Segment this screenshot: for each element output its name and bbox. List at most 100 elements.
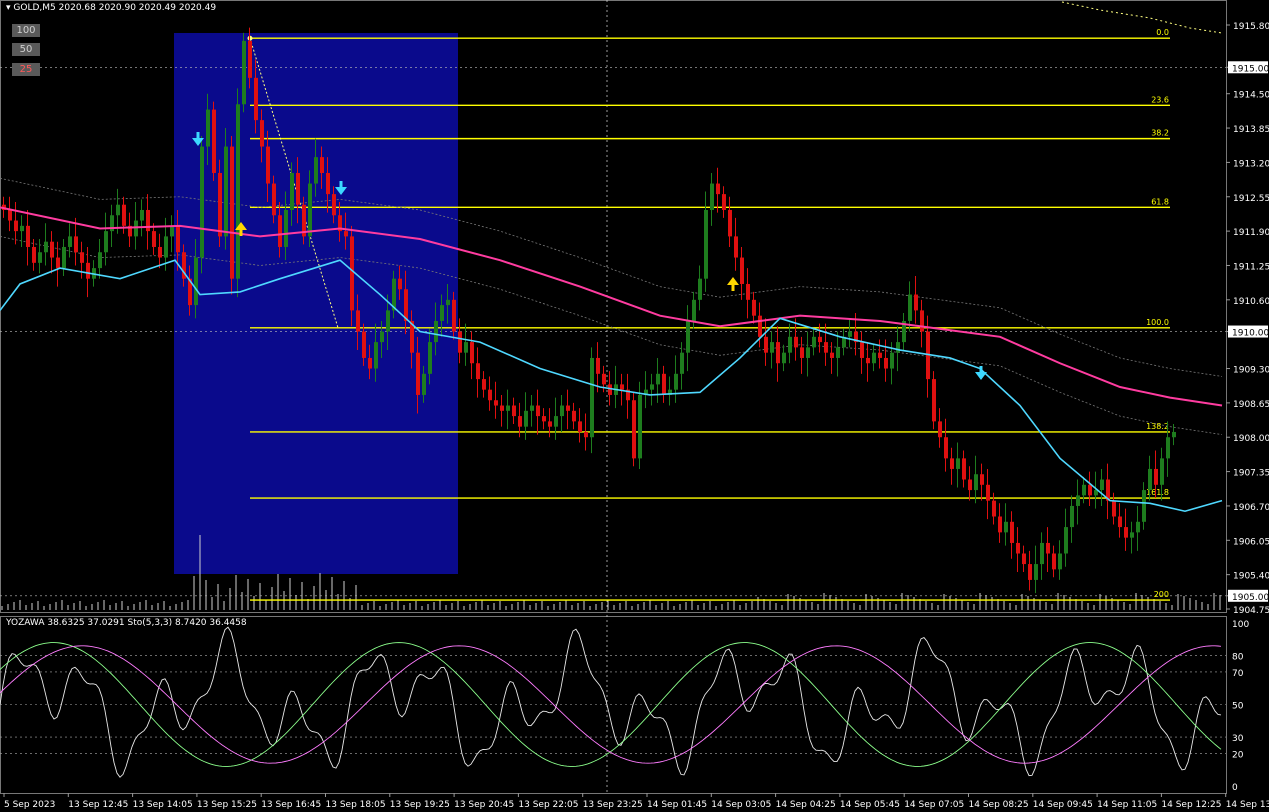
zoom-100-button[interactable]: 100: [12, 24, 40, 37]
price-bar: [548, 421, 552, 427]
price-bar: [542, 416, 546, 422]
price-bar: [50, 241, 54, 258]
price-bar: [1004, 521, 1008, 533]
price-axis-label: 1914.50: [1233, 91, 1269, 101]
price-bar: [224, 146, 228, 237]
price-bar: [236, 104, 240, 279]
price-bar: [680, 352, 684, 374]
price-bar: [752, 299, 756, 316]
price-bar: [824, 342, 828, 353]
time-axis-label: 14 Sep 04:25: [776, 800, 836, 810]
price-bar: [782, 352, 786, 364]
price-bar: [500, 405, 504, 411]
price-bar: [920, 310, 924, 332]
price-bar: [518, 416, 522, 427]
chart-header: ▾ GOLD,M5 2020.68 2020.90 2020.49 2020.4…: [6, 3, 216, 13]
price-bar: [44, 241, 48, 253]
price-axis-label: 1911.90: [1233, 228, 1269, 238]
price-bar: [170, 225, 174, 237]
price-bar: [872, 352, 876, 364]
price-bar: [446, 299, 450, 306]
zoom-25-button[interactable]: 25: [12, 63, 40, 76]
price-bar: [1160, 458, 1164, 485]
price-bar: [494, 400, 498, 406]
price-bar: [896, 342, 900, 353]
price-bar: [422, 373, 426, 395]
price-bar: [686, 320, 690, 353]
price-bar: [566, 405, 570, 411]
collapse-triangle-icon[interactable]: ▾: [6, 3, 11, 13]
price-bar: [806, 347, 810, 358]
price-bar: [974, 474, 978, 491]
price-bar: [584, 431, 588, 438]
price-bar: [230, 146, 234, 279]
chart-window[interactable]: 0.0 23.6 38.2 61.8 100.0 138.2 161.8 200 1915.80…: [0, 0, 1269, 812]
price-bar: [860, 342, 864, 358]
oscillator-axis-label: 50: [1232, 702, 1244, 712]
price-bar: [74, 236, 78, 253]
price-bar: [884, 357, 888, 369]
price-bar: [734, 236, 738, 258]
price-bar: [1136, 521, 1140, 533]
price-axis-label: 1915.80: [1233, 22, 1269, 32]
price-bar: [434, 320, 438, 343]
fib-level-label: 61.8: [1151, 197, 1169, 206]
price-bar: [380, 331, 384, 343]
price-bar: [722, 194, 726, 210]
price-chart[interactable]: 0.023.638.261.8100.0138.2161.82001915.80…: [0, 0, 1269, 812]
price-bar: [152, 231, 156, 247]
price-bar: [890, 352, 894, 369]
price-axis-label: 1910.60: [1233, 297, 1269, 307]
price-bar: [950, 458, 954, 469]
price-bar: [848, 331, 852, 337]
price-axis-label: 1906.05: [1233, 537, 1269, 547]
time-axis-label: 13 Sep 16:45: [261, 800, 321, 810]
price-bar: [86, 262, 90, 279]
time-axis-label: 13 Sep 15:25: [197, 800, 257, 810]
price-bar: [740, 257, 744, 284]
price-bar: [176, 225, 180, 253]
price-bar: [800, 347, 804, 358]
price-bar: [326, 172, 330, 195]
price-bar: [26, 225, 30, 247]
price-bar: [452, 299, 456, 332]
oscillator-panel-border: [0, 616, 1227, 794]
price-bar: [650, 384, 654, 390]
price-bar: [1130, 532, 1134, 538]
price-bar: [344, 231, 348, 237]
price-bar: [164, 236, 168, 258]
price-bar: [866, 357, 870, 364]
buy-arrow-icon: [727, 277, 739, 291]
price-bar: [638, 394, 642, 459]
price-bar: [980, 474, 984, 485]
price-bar: [62, 246, 66, 269]
price-axis-label: 1909.30: [1233, 366, 1269, 376]
price-bar: [554, 416, 558, 427]
time-axis-label: 13 Sep 23:25: [583, 800, 643, 810]
oscillator-axis-label: 0: [1232, 783, 1238, 793]
projection-dotted-line: [1061, 1, 1223, 34]
zoom-50-button[interactable]: 50: [12, 43, 40, 56]
price-bar: [308, 183, 312, 237]
price-bar: [68, 236, 72, 247]
price-bar: [788, 336, 792, 353]
price-bar: [362, 331, 366, 358]
price-bar: [104, 231, 108, 253]
price-bar: [1100, 479, 1104, 491]
price-bar: [590, 357, 594, 438]
price-axis-label: 1910.00: [1232, 329, 1269, 339]
time-axis-label: 13 Sep 12:45: [68, 800, 128, 810]
price-bar: [1082, 484, 1086, 496]
price-bar: [1166, 437, 1170, 459]
price-bar: [266, 146, 270, 184]
price-bar: [1172, 431, 1176, 438]
time-axis-label: 5 Sep 2023: [4, 800, 55, 810]
price-bar: [140, 209, 144, 221]
price-bar: [656, 373, 660, 385]
price-bar: [812, 336, 816, 348]
price-bar: [314, 157, 318, 184]
symbol-label: GOLD,M5: [13, 3, 56, 13]
price-bar: [374, 342, 378, 369]
price-bar: [710, 183, 714, 210]
price-bar: [716, 183, 720, 195]
